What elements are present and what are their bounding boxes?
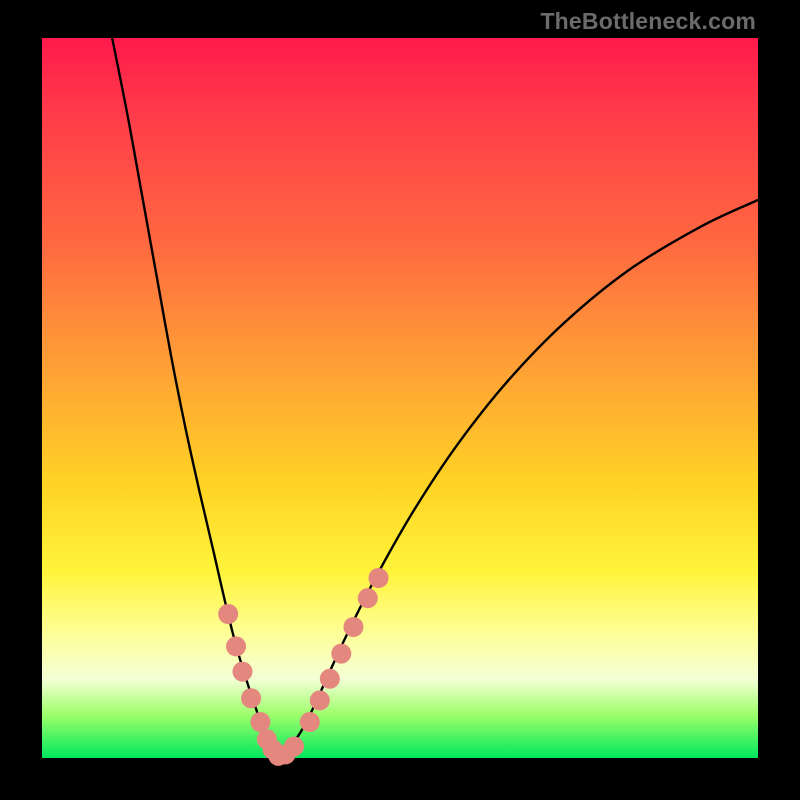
data-point [331, 644, 351, 664]
data-point [358, 588, 378, 608]
data-point [226, 636, 246, 656]
data-point [320, 669, 340, 689]
curve-dots [42, 38, 758, 758]
data-point [250, 712, 270, 732]
data-point [300, 712, 320, 732]
data-point [232, 662, 252, 682]
data-point [218, 604, 238, 624]
plot-area [42, 38, 758, 758]
data-point [310, 690, 330, 710]
data-point [343, 617, 363, 637]
data-point [369, 568, 389, 588]
watermark-text: TheBottleneck.com [540, 8, 756, 35]
data-point [241, 688, 261, 708]
frame: TheBottleneck.com [0, 0, 800, 800]
data-point [284, 736, 304, 756]
